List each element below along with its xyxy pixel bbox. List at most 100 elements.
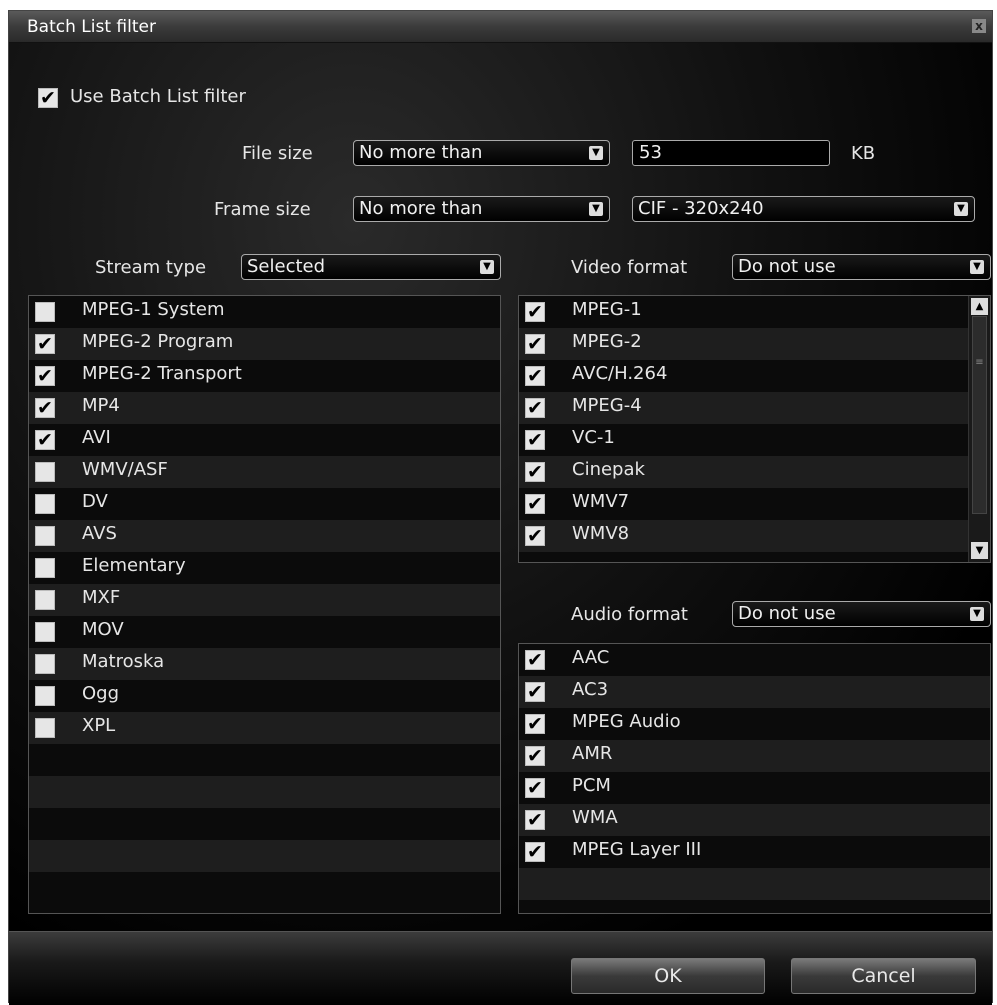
- frame-size-mode-select[interactable]: No more than ▼: [353, 196, 610, 222]
- frame-size-value: CIF - 320x240: [638, 198, 764, 219]
- stream-item-checkbox[interactable]: ✔: [35, 590, 55, 610]
- stream-item-row[interactable]: ✔ MPEG-1 System: [29, 296, 500, 328]
- stream-item-checkbox[interactable]: ✔: [35, 334, 55, 354]
- frame-size-label: Frame size: [214, 199, 311, 220]
- close-icon[interactable]: x: [972, 19, 986, 33]
- video-item-label: AVC/H.264: [572, 363, 668, 384]
- video-item-row[interactable]: ✔ WMV8: [519, 520, 990, 552]
- video-item-row[interactable]: ✔ WMV7: [519, 488, 990, 520]
- stream-item-checkbox[interactable]: ✔: [35, 302, 55, 322]
- scroll-up-icon[interactable]: ▲: [971, 298, 988, 315]
- audio-item-checkbox[interactable]: ✔: [525, 714, 545, 734]
- audio-format-select[interactable]: Do not use ▼: [732, 601, 991, 627]
- audio-item-checkbox[interactable]: ✔: [525, 778, 545, 798]
- audio-item-row[interactable]: ✔ AC3: [519, 676, 990, 708]
- video-item-row[interactable]: ✔ AVC/H.264: [519, 360, 990, 392]
- stream-item-row[interactable]: ✔ MP4: [29, 392, 500, 424]
- stream-item-label: MP4: [82, 395, 120, 416]
- audio-item-label: AC3: [572, 679, 609, 700]
- audio-item-checkbox[interactable]: ✔: [525, 810, 545, 830]
- stream-item-checkbox[interactable]: ✔: [35, 366, 55, 386]
- stream-item-checkbox[interactable]: ✔: [35, 622, 55, 642]
- audio-item-row[interactable]: ✔ AAC: [519, 644, 990, 676]
- video-item-row[interactable]: ✔ Cinepak: [519, 456, 990, 488]
- ok-button[interactable]: OK: [571, 958, 765, 994]
- video-item-label: Cinepak: [572, 459, 645, 480]
- video-item-label: WMV7: [572, 491, 630, 512]
- empty-row: [29, 840, 500, 872]
- audio-format-list[interactable]: ✔ AAC ✔ AC3 ✔ MPEG Audio ✔ AMR ✔ PCM ✔ WMA ✔ MPEG Lay…: [518, 643, 991, 914]
- stream-type-list[interactable]: ✔ MPEG-1 System ✔ MPEG-2 Program ✔ MPEG-2 Tra…: [28, 295, 501, 914]
- video-item-row[interactable]: ✔ MPEG-1: [519, 296, 990, 328]
- video-item-checkbox[interactable]: ✔: [525, 462, 545, 482]
- video-item-row[interactable]: ✔ MPEG-4: [519, 392, 990, 424]
- stream-item-row[interactable]: ✔ AVS: [29, 520, 500, 552]
- title-bar[interactable]: Batch List filter x: [9, 11, 992, 43]
- video-list-scrollbar[interactable]: ▲ ≡ ▼: [968, 296, 990, 562]
- video-item-checkbox[interactable]: ✔: [525, 494, 545, 514]
- video-item-label: MPEG-1: [572, 299, 642, 320]
- video-format-list[interactable]: ✔ MPEG-1 ✔ MPEG-2 ✔ AVC/H.264 ✔ MPEG-4 ✔ VC-1 ✔ Cin…: [518, 295, 991, 563]
- stream-item-checkbox[interactable]: ✔: [35, 654, 55, 674]
- video-item-checkbox[interactable]: ✔: [525, 366, 545, 386]
- audio-format-label: Audio format: [571, 604, 688, 625]
- audio-item-label: PCM: [572, 775, 611, 796]
- stream-item-label: MXF: [82, 587, 121, 608]
- scroll-thumb[interactable]: ≡: [972, 316, 987, 514]
- video-format-select[interactable]: Do not use ▼: [732, 254, 991, 280]
- stream-item-row[interactable]: ✔ XPL: [29, 712, 500, 744]
- file-size-value: 53: [639, 142, 662, 163]
- stream-item-checkbox[interactable]: ✔: [35, 718, 55, 738]
- audio-item-checkbox[interactable]: ✔: [525, 650, 545, 670]
- stream-item-row[interactable]: ✔ MPEG-2 Transport: [29, 360, 500, 392]
- stream-type-select[interactable]: Selected ▼: [241, 254, 501, 280]
- video-item-label: MPEG-2: [572, 331, 642, 352]
- stream-item-row[interactable]: ✔ MXF: [29, 584, 500, 616]
- stream-item-label: WMV/ASF: [82, 459, 168, 480]
- audio-item-row[interactable]: ✔ MPEG Layer III: [519, 836, 990, 868]
- chevron-down-icon: ▼: [954, 202, 968, 216]
- cancel-button[interactable]: Cancel: [791, 958, 976, 994]
- stream-item-row[interactable]: ✔ Elementary: [29, 552, 500, 584]
- stream-item-row[interactable]: ✔ MPEG-2 Program: [29, 328, 500, 360]
- stream-item-row[interactable]: ✔ WMV/ASF: [29, 456, 500, 488]
- audio-item-row[interactable]: ✔ MPEG Audio: [519, 708, 990, 740]
- video-item-checkbox[interactable]: ✔: [525, 302, 545, 322]
- frame-size-value-select[interactable]: CIF - 320x240 ▼: [632, 196, 975, 222]
- stream-item-row[interactable]: ✔ AVI: [29, 424, 500, 456]
- audio-item-label: MPEG Audio: [572, 711, 681, 732]
- chevron-down-icon: ▼: [970, 607, 984, 621]
- video-item-row[interactable]: ✔ MPEG-2: [519, 328, 990, 360]
- audio-item-row[interactable]: ✔ PCM: [519, 772, 990, 804]
- audio-item-row[interactable]: ✔ WMA: [519, 804, 990, 836]
- stream-item-label: Ogg: [82, 683, 120, 704]
- audio-item-checkbox[interactable]: ✔: [525, 842, 545, 862]
- audio-item-row[interactable]: ✔ AMR: [519, 740, 990, 772]
- video-item-row[interactable]: ✔ VC-1: [519, 424, 990, 456]
- stream-item-checkbox[interactable]: ✔: [35, 526, 55, 546]
- audio-item-checkbox[interactable]: ✔: [525, 682, 545, 702]
- use-filter-checkbox[interactable]: ✔: [38, 88, 58, 108]
- stream-item-row[interactable]: ✔ MOV: [29, 616, 500, 648]
- stream-item-row[interactable]: ✔ Ogg: [29, 680, 500, 712]
- video-item-checkbox[interactable]: ✔: [525, 526, 545, 546]
- stream-item-checkbox[interactable]: ✔: [35, 462, 55, 482]
- empty-row: [29, 744, 500, 776]
- stream-item-row[interactable]: ✔ Matroska: [29, 648, 500, 680]
- stream-item-row[interactable]: ✔ DV: [29, 488, 500, 520]
- file-size-mode-select[interactable]: No more than ▼: [353, 140, 610, 166]
- stream-item-checkbox[interactable]: ✔: [35, 558, 55, 578]
- stream-item-checkbox[interactable]: ✔: [35, 494, 55, 514]
- stream-item-checkbox[interactable]: ✔: [35, 686, 55, 706]
- video-item-checkbox[interactable]: ✔: [525, 398, 545, 418]
- scroll-down-icon[interactable]: ▼: [971, 542, 988, 559]
- empty-row: [519, 868, 990, 900]
- stream-item-checkbox[interactable]: ✔: [35, 398, 55, 418]
- stream-item-checkbox[interactable]: ✔: [35, 430, 55, 450]
- audio-item-checkbox[interactable]: ✔: [525, 746, 545, 766]
- file-size-label: File size: [242, 143, 313, 164]
- video-item-checkbox[interactable]: ✔: [525, 430, 545, 450]
- video-item-checkbox[interactable]: ✔: [525, 334, 545, 354]
- video-item-label: VC-1: [572, 427, 615, 448]
- file-size-input[interactable]: 53: [632, 140, 830, 166]
